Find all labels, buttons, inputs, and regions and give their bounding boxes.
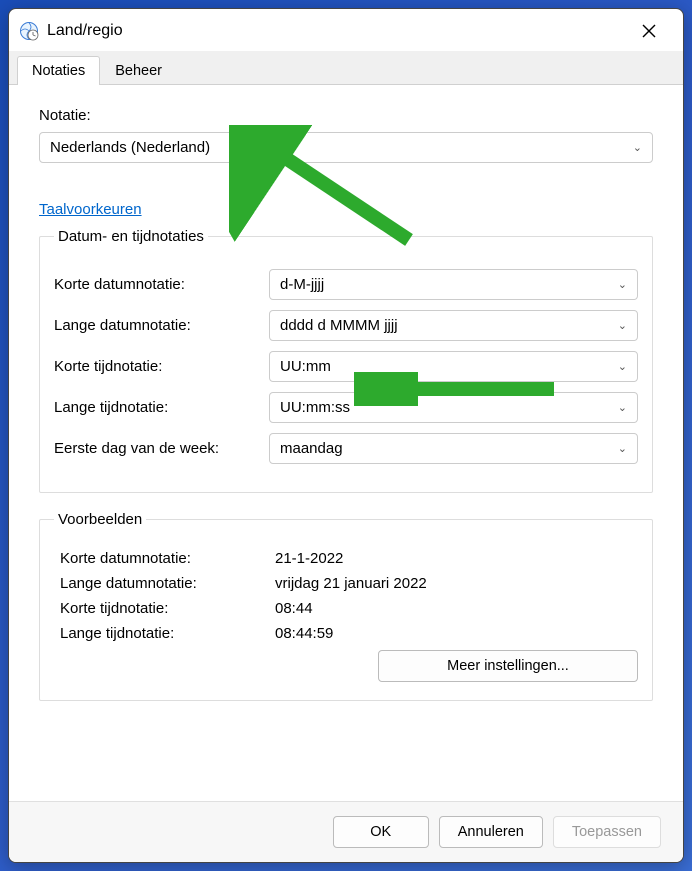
short-date-label: Korte datumnotatie: xyxy=(54,276,269,293)
long-date-value: dddd d MMMM jjjj xyxy=(280,317,618,334)
long-date-dropdown[interactable]: dddd d MMMM jjjj ⌄ xyxy=(269,310,638,341)
ex-short-time-label: Korte tijdnotatie: xyxy=(60,600,275,617)
chevron-down-icon: ⌄ xyxy=(618,319,627,332)
short-date-dropdown[interactable]: d-M-jjjj ⌄ xyxy=(269,269,638,300)
region-dialog: Land/regio Notaties Beheer Notatie: Nede… xyxy=(8,8,684,863)
datetime-formats-legend: Datum- en tijdnotaties xyxy=(54,228,208,245)
window-title: Land/regio xyxy=(47,22,629,40)
examples-legend: Voorbeelden xyxy=(54,511,146,528)
first-day-label: Eerste dag van de week: xyxy=(54,440,269,457)
tab-notaties[interactable]: Notaties xyxy=(17,56,100,85)
apply-button: Toepassen xyxy=(553,816,661,848)
chevron-down-icon: ⌄ xyxy=(633,141,642,154)
ok-button[interactable]: OK xyxy=(333,816,429,848)
chevron-down-icon: ⌄ xyxy=(618,442,627,455)
chevron-down-icon: ⌄ xyxy=(618,401,627,414)
long-date-label: Lange datumnotatie: xyxy=(54,317,269,334)
dialog-footer: OK Annuleren Toepassen xyxy=(9,801,683,862)
short-time-value: UU:mm xyxy=(280,358,618,375)
long-time-label: Lange tijdnotatie: xyxy=(54,399,269,416)
globe-clock-icon xyxy=(19,21,39,41)
tabstrip: Notaties Beheer xyxy=(9,51,683,85)
ex-short-time-value: 08:44 xyxy=(275,600,638,617)
first-day-value: maandag xyxy=(280,440,618,457)
chevron-down-icon: ⌄ xyxy=(618,278,627,291)
short-time-dropdown[interactable]: UU:mm ⌄ xyxy=(269,351,638,382)
examples-group: Voorbeelden Korte datumnotatie: 21-1-202… xyxy=(39,511,653,701)
first-day-dropdown[interactable]: maandag ⌄ xyxy=(269,433,638,464)
ex-long-time-label: Lange tijdnotatie: xyxy=(60,625,275,642)
ex-long-date-label: Lange datumnotatie: xyxy=(60,575,275,592)
tab-beheer[interactable]: Beheer xyxy=(100,56,177,85)
tab-content: Notatie: Nederlands (Nederland) ⌄ Taalvo… xyxy=(9,85,683,801)
close-button[interactable] xyxy=(629,15,669,47)
short-time-label: Korte tijdnotatie: xyxy=(54,358,269,375)
language-preferences-link[interactable]: Taalvoorkeuren xyxy=(39,201,142,218)
short-date-value: d-M-jjjj xyxy=(280,276,618,293)
long-time-value: UU:mm:ss xyxy=(280,399,618,416)
cancel-button[interactable]: Annuleren xyxy=(439,816,543,848)
format-value: Nederlands (Nederland) xyxy=(50,139,633,156)
titlebar: Land/regio xyxy=(9,9,683,51)
ex-short-date-label: Korte datumnotatie: xyxy=(60,550,275,567)
ex-long-time-value: 08:44:59 xyxy=(275,625,638,642)
long-time-dropdown[interactable]: UU:mm:ss ⌄ xyxy=(269,392,638,423)
datetime-formats-group: Datum- en tijdnotaties Korte datumnotati… xyxy=(39,228,653,493)
ex-long-date-value: vrijdag 21 januari 2022 xyxy=(275,575,638,592)
close-icon xyxy=(642,24,656,38)
chevron-down-icon: ⌄ xyxy=(618,360,627,373)
format-label: Notatie: xyxy=(39,107,653,124)
format-dropdown[interactable]: Nederlands (Nederland) ⌄ xyxy=(39,132,653,163)
ex-short-date-value: 21-1-2022 xyxy=(275,550,638,567)
more-settings-button[interactable]: Meer instellingen... xyxy=(378,650,638,682)
